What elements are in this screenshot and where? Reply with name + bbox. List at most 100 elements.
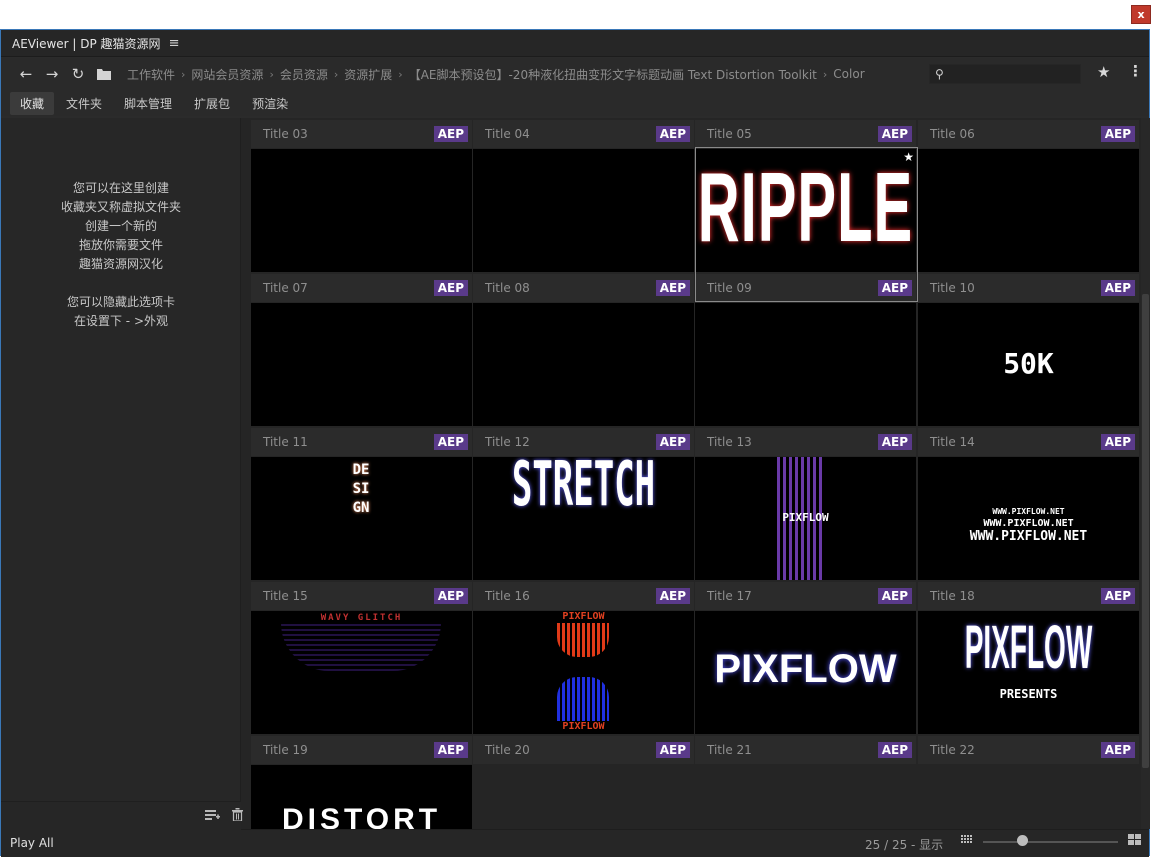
trash-icon[interactable]	[232, 808, 243, 825]
search-input[interactable]	[947, 66, 1082, 82]
thumbnail-title: Title 06	[930, 127, 975, 141]
tab-script-manager[interactable]: 脚本管理	[114, 92, 182, 115]
aep-badge: AEP	[877, 588, 912, 604]
grid-scrollbar[interactable]	[1141, 118, 1150, 829]
thumbnail-label-row[interactable]: Title 19 AEP	[251, 736, 472, 764]
tab-favorites[interactable]: 收藏	[10, 91, 55, 115]
thumbnail-label-row[interactable]: Title 16 AEP	[473, 582, 694, 610]
tab-bar: 收藏 文件夹 脚本管理 扩展包 预渲染	[1, 90, 1149, 116]
panel-title: AEViewer | DP 趣猫资源网	[12, 36, 161, 51]
thumbnail-preview[interactable]: 50K	[918, 303, 1139, 426]
aep-badge: AEP	[655, 126, 690, 142]
thumbnail-preview[interactable]	[918, 149, 1139, 272]
thumbnail-title: Title 12	[485, 435, 530, 449]
thumbnail-grid: Title 03 AEP Title 04 AEP Title 05 AEP Title 0…	[241, 118, 1149, 829]
breadcrumb-item[interactable]: Color	[833, 67, 864, 81]
thumbnail-label-row[interactable]: Title 20 AEP	[473, 736, 694, 764]
aep-badge: AEP	[655, 434, 690, 450]
thumbnail-title: Title 13	[707, 435, 752, 449]
scrollbar-thumb[interactable]	[1142, 294, 1149, 768]
thumbnail-preview[interactable]: PIXFLOW	[695, 457, 916, 580]
tab-extensions[interactable]: 扩展包	[184, 92, 240, 115]
aep-badge: AEP	[655, 742, 690, 758]
thumbnail-label-row[interactable]: Title 07 AEP	[251, 274, 472, 302]
thumbnail-preview[interactable]: DISTORT	[251, 765, 472, 829]
back-arrow-icon[interactable]: ←	[13, 61, 39, 87]
navigation-bar: ← → ↻ 工作软件 › 网站会员资源 › 会员资源 › 资源扩展 › 【AE脚…	[1, 58, 1149, 90]
search-box[interactable]: ⚲	[929, 64, 1082, 84]
add-folder-icon[interactable]	[205, 808, 220, 826]
breadcrumb-item[interactable]: 工作软件	[127, 66, 175, 83]
thumbnail-label-row[interactable]: Title 17 AEP	[695, 582, 916, 610]
thumb-text: 50K	[1003, 347, 1054, 380]
refresh-icon[interactable]: ↻	[65, 61, 91, 87]
aep-badge: AEP	[433, 126, 468, 142]
thumbnail-label-row[interactable]: Title 03 AEP	[251, 120, 472, 148]
thumbnail-preview[interactable]	[251, 149, 472, 272]
thumbnail-preview[interactable]: STRETCH	[473, 457, 694, 580]
stretch-graphic-bottom	[557, 677, 609, 721]
favorited-star-icon[interactable]: ★	[903, 150, 914, 164]
thumbnail-preview[interactable]	[473, 149, 694, 272]
thumbnail-label-row[interactable]: Title 14 AEP	[918, 428, 1139, 456]
window-top-bar: x	[0, 0, 1152, 28]
thumb-text: PIXFLOW	[562, 721, 605, 732]
help-line: 拖放你需要文件	[78, 238, 163, 252]
thumbnail-label-row[interactable]: Title 04 AEP	[473, 120, 694, 148]
thumbnail-title: Title 16	[485, 589, 530, 603]
app-window: x AEViewer | DP 趣猫资源网 ≡ ← → ↻ 工作软件 › 网站会…	[0, 0, 1152, 857]
thumb-text: PIXFLOW	[782, 511, 829, 524]
aep-badge: AEP	[433, 588, 468, 604]
thumbnail-preview[interactable]	[695, 303, 916, 426]
sidebar-help-text: 您可以在这里创建 收藏夹又称虚拟文件夹 创建一个新的 拖放你需要文件 趣猫资源网…	[1, 179, 241, 331]
thumbnail-label-row[interactable]: Title 22 AEP	[918, 736, 1139, 764]
thumbnail-preview[interactable]: WWW.PIXFLOW.NET WWW.PIXFLOW.NET WWW.PIXFLO…	[918, 457, 1139, 580]
thumb-text: PRESENTS	[999, 687, 1058, 701]
more-options-icon[interactable]: ⋮	[1128, 62, 1143, 80]
hamburger-menu-icon[interactable]: ≡	[169, 36, 180, 51]
thumbnail-label-row[interactable]: Title 12 AEP	[473, 428, 694, 456]
slider-handle[interactable]	[1017, 835, 1028, 846]
thumbnail-title: Title 15	[263, 589, 308, 603]
thumbnail-label-row[interactable]: Title 15 AEP	[251, 582, 472, 610]
aep-badge: AEP	[877, 126, 912, 142]
aep-badge: AEP	[1100, 280, 1135, 296]
forward-arrow-icon[interactable]: →	[39, 61, 65, 87]
thumbnail-preview[interactable]: DESIGN	[251, 457, 472, 580]
play-all-button[interactable]: Play All	[10, 836, 54, 850]
thumbnail-preview[interactable]: PIXFLOW	[695, 611, 916, 734]
thumb-text: WWW.PIXFLOW.NET	[992, 507, 1065, 516]
thumbnail-label-row[interactable]: Title 08 AEP	[473, 274, 694, 302]
breadcrumb-item[interactable]: 网站会员资源	[191, 66, 263, 83]
thumbnail-title: Title 10	[930, 281, 975, 295]
thumbnail-preview[interactable]: PIXFLOW PRESENTS	[918, 611, 1139, 734]
small-grid-icon[interactable]	[961, 835, 973, 848]
thumbnail-preview[interactable]	[251, 303, 472, 426]
thumbnail-title: Title 08	[485, 281, 530, 295]
thumbnail-label-row[interactable]: Title 11 AEP	[251, 428, 472, 456]
aep-badge: AEP	[1100, 434, 1135, 450]
thumbnail-label-row[interactable]: Title 18 AEP	[918, 582, 1139, 610]
tab-folders[interactable]: 文件夹	[56, 92, 112, 115]
folder-icon[interactable]	[91, 61, 117, 87]
large-grid-icon[interactable]	[1128, 834, 1141, 848]
thumbnail-label-row[interactable]: Title 10 AEP	[918, 274, 1139, 302]
thumb-text: WWW.PIXFLOW.NET	[983, 518, 1074, 529]
breadcrumb-item[interactable]: 资源扩展	[344, 66, 392, 83]
tab-prerender[interactable]: 预渲染	[242, 92, 298, 115]
aep-badge: AEP	[433, 280, 468, 296]
breadcrumb-item[interactable]: 【AE脚本预设包】-20种液化扭曲变形文字标题动画 Text Distortio…	[409, 66, 817, 83]
thumbnail-preview[interactable]: WAVY GLITCH	[251, 611, 472, 734]
close-window-button[interactable]: x	[1131, 5, 1151, 24]
breadcrumb-item[interactable]: 会员资源	[280, 66, 328, 83]
thumbnail-label-row[interactable]: Title 13 AEP	[695, 428, 916, 456]
wave-graphic	[281, 623, 441, 671]
thumbnail-label-row[interactable]: Title 06 AEP	[918, 120, 1139, 148]
thumbnail-preview[interactable]: PIXFLOW PIXFLOW	[473, 611, 694, 734]
favorite-star-icon[interactable]: ★	[1097, 63, 1110, 81]
thumbnail-label-row[interactable]: Title 21 AEP	[695, 736, 916, 764]
thumbnail-size-slider[interactable]	[983, 841, 1118, 843]
thumbnail-title: Title 22	[930, 743, 975, 757]
thumbnail-preview[interactable]	[473, 303, 694, 426]
thumbnail-label-row[interactable]: Title 05 AEP	[695, 120, 916, 148]
